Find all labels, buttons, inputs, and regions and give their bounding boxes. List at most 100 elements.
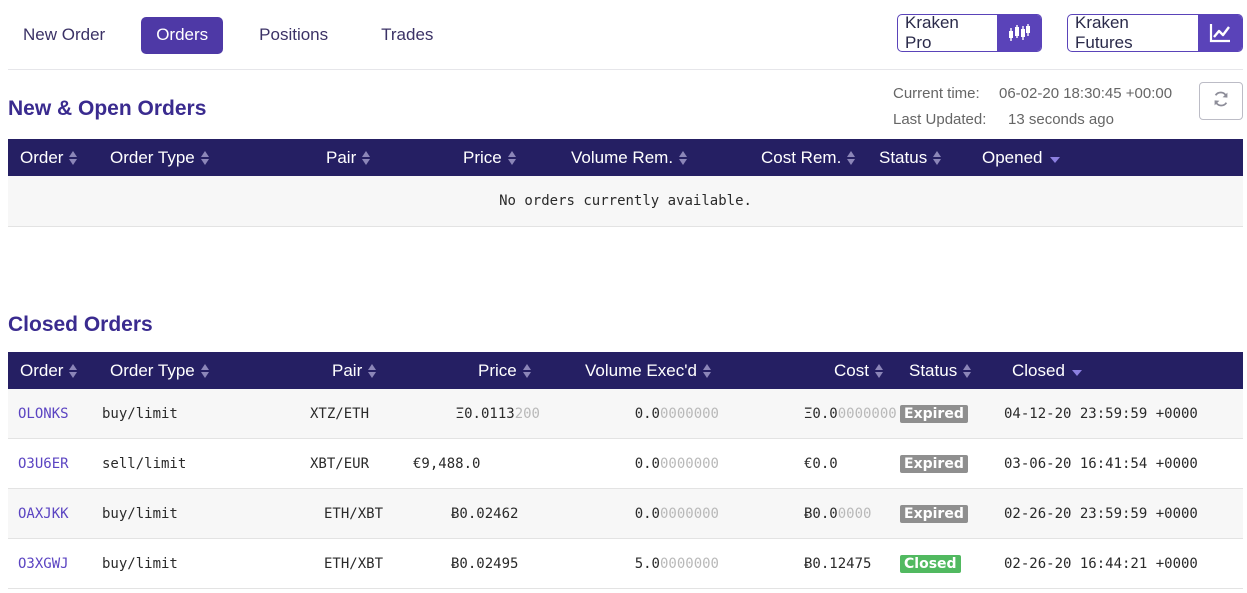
col-status[interactable]: Status (879, 139, 942, 176)
col-price[interactable]: Price (463, 139, 517, 176)
col-order-type[interactable]: Order Type (110, 139, 210, 176)
price-cell: Ξ0.0113200 (455, 406, 540, 422)
table-row: O3XGWJ buy/limit ETH/XBT Ƀ0.02495 5.0000… (8, 539, 1243, 589)
order-id-link[interactable]: O3XGWJ (18, 556, 69, 572)
sort-icon (507, 150, 517, 165)
col-order-type-label: Order Type (110, 360, 195, 380)
top-nav: New Order Orders Positions Trades (8, 16, 448, 54)
volume-cell: 0.00000000 (634, 506, 719, 522)
price-cell: Ƀ0.02462 (451, 506, 519, 522)
volume-cell: 0.00000000 (634, 406, 719, 422)
pair-cell: ETH/XBT (324, 506, 384, 522)
status-badge: Expired (900, 455, 968, 473)
col-volume-execd-label: Volume Exec'd (585, 360, 697, 380)
refresh-button[interactable] (1199, 82, 1243, 120)
col-price-label: Price (478, 360, 517, 380)
order-type-cell: buy/limit (102, 406, 178, 422)
col-closed-label: Closed (1012, 360, 1065, 380)
sort-icon (679, 150, 688, 165)
order-id-link[interactable]: OAXJKK (18, 506, 69, 522)
order-id-link[interactable]: OLONKS (18, 406, 69, 422)
price-cell: Ƀ0.02495 (451, 556, 519, 572)
sort-icon (522, 363, 532, 378)
volume-cell: 0.00000000 (634, 456, 719, 472)
sort-desc-icon (1071, 369, 1082, 376)
sort-icon (847, 150, 856, 165)
kraken-pro-label: Kraken Pro (905, 14, 959, 52)
nav-divider (8, 69, 1243, 70)
col-order-type[interactable]: Order Type (110, 352, 210, 389)
col-pair[interactable]: Pair (332, 352, 377, 389)
col-cost-rem[interactable]: Cost Rem. (761, 139, 856, 176)
sort-icon (874, 363, 884, 378)
pair-cell: XBT/EUR (310, 456, 370, 472)
col-status-label: Status (879, 147, 928, 167)
col-status[interactable]: Status (909, 352, 972, 389)
closed-orders-header: Order Order Type Pair Price Volume Exec'… (8, 352, 1243, 389)
pair-cell: ETH/XBT (324, 556, 384, 572)
col-closed[interactable]: Closed (1012, 352, 1082, 389)
kraken-futures-label: Kraken Futures (1075, 14, 1133, 52)
cost-cell: Ξ0.00000000 (804, 406, 897, 422)
cost-cell: Ƀ0.00000 (804, 506, 872, 522)
sort-icon (963, 363, 972, 378)
col-cost[interactable]: Cost (834, 352, 884, 389)
sort-icon (200, 363, 210, 378)
col-price-label: Price (463, 147, 502, 167)
closed-orders-title: Closed Orders (8, 313, 153, 336)
cost-cell: Ƀ0.12475 (804, 556, 872, 572)
col-volume-rem-label: Volume Rem. (571, 147, 674, 167)
price-cell: €9,488.0 (413, 456, 481, 472)
tab-positions[interactable]: Positions (244, 17, 343, 54)
closed-time-cell: 04-12-20 23:59:59 +0000 (1004, 406, 1198, 422)
status-badge: Expired (900, 505, 968, 523)
table-row: O3U6ER sell/limit XBT/EUR €9,488.0 0.000… (8, 439, 1243, 489)
order-type-cell: sell/limit (102, 456, 187, 472)
col-order[interactable]: Order (20, 352, 78, 389)
pair-cell: XTZ/ETH (310, 406, 370, 422)
last-updated-value: 13 seconds ago (1008, 111, 1114, 128)
volume-cell: 5.00000000 (634, 556, 719, 572)
candlestick-icon (997, 15, 1041, 51)
table-row: OAXJKK buy/limit ETH/XBT Ƀ0.02462 0.0000… (8, 489, 1243, 539)
col-status-label: Status (909, 360, 958, 380)
order-id-link[interactable]: O3U6ER (18, 456, 69, 472)
col-order-label: Order (20, 147, 64, 167)
closed-time-cell: 02-26-20 23:59:59 +0000 (1004, 506, 1198, 522)
col-volume-rem[interactable]: Volume Rem. (571, 139, 688, 176)
line-chart-icon (1198, 15, 1242, 51)
col-pair-label: Pair (332, 360, 363, 380)
col-opened[interactable]: Opened (982, 139, 1060, 176)
col-pair[interactable]: Pair (326, 139, 371, 176)
refresh-icon (1212, 90, 1230, 113)
sort-icon (933, 150, 942, 165)
col-pair-label: Pair (326, 147, 357, 167)
order-type-cell: buy/limit (102, 506, 178, 522)
tab-new-order[interactable]: New Order (8, 17, 120, 54)
status-badge: Expired (900, 405, 968, 423)
sort-desc-icon (1049, 156, 1060, 163)
sort-icon (362, 150, 371, 165)
sort-icon (368, 363, 377, 378)
col-order[interactable]: Order (20, 139, 78, 176)
kraken-futures-button[interactable]: Kraken Futures (1067, 14, 1243, 52)
col-price[interactable]: Price (478, 352, 532, 389)
sort-icon (69, 150, 78, 165)
current-time-value: 06-02-20 18:30:45 +00:00 (999, 85, 1173, 102)
cost-cell: €0.0 (804, 456, 838, 472)
col-order-type-label: Order Type (110, 147, 195, 167)
kraken-pro-button[interactable]: Kraken Pro (897, 14, 1042, 52)
tab-trades[interactable]: Trades (366, 17, 448, 54)
col-opened-label: Opened (982, 147, 1043, 167)
current-time-label: Current time: (893, 85, 980, 102)
closed-time-cell: 02-26-20 16:44:21 +0000 (1004, 556, 1198, 572)
col-volume-execd[interactable]: Volume Exec'd (585, 352, 712, 389)
open-orders-title: New & Open Orders (8, 97, 207, 120)
empty-orders-message: No orders currently available. (8, 176, 1243, 227)
tab-orders[interactable]: Orders (141, 16, 224, 54)
sort-icon (702, 363, 712, 378)
last-updated-label: Last Updated: (893, 111, 987, 128)
time-info: Current time: 06-02-20 18:30:45 +00:00 La… (893, 81, 1172, 133)
status-badge: Closed (900, 555, 961, 573)
table-row: OLONKS buy/limit XTZ/ETH Ξ0.0113200 0.00… (8, 389, 1243, 439)
